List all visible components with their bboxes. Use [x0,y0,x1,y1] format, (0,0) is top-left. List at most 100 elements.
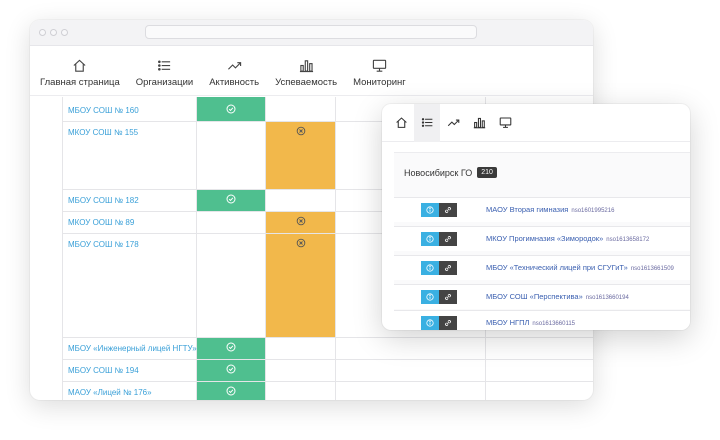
status-cell-green [197,382,265,400]
list-item: МБОУ «Технический лицей при СГУГиТ» nso16… [394,255,690,280]
school-link[interactable]: МБОУ «Инженерный лицей НГТУ» [68,344,197,353]
check-circle-icon [226,386,236,396]
school-link[interactable]: МКОУ ООШ № 89 [68,218,134,227]
nav-item-organizations[interactable]: Организации [136,58,193,95]
organization-link[interactable]: МБОУ СОШ «Перспектива» nso1613660194 [486,292,629,301]
status-cell-green [197,338,265,359]
status-cell-green [197,360,265,381]
link-icon [445,207,451,213]
window-dot [61,29,68,36]
organization-name: МКОУ Прогимназия «Зимородок» [486,234,604,243]
school-link[interactable]: МБОУ СОШ № 178 [68,240,139,249]
check-circle-icon [226,104,236,114]
school-link[interactable]: МБОУ СОШ № 194 [68,366,139,375]
x-circle-icon [296,126,305,136]
home-icon [395,117,407,128]
nav-label: Мониторинг [353,77,406,88]
school-link[interactable]: МАОУ «Лицей № 176» [68,388,152,397]
organization-name: МБОУ «Технический лицей при СГУГиТ» [486,263,628,272]
trend-icon [227,62,241,70]
nav-item-performance[interactable]: Успеваемость [275,58,337,95]
nav-label: Главная страница [40,77,120,88]
window-dot [39,29,46,36]
nav-label: Активность [209,77,260,88]
status-cell-green [197,190,265,211]
organization-code: nso1613661509 [630,266,674,272]
link-icon [445,236,451,242]
check-circle-icon [226,194,236,204]
monitor-icon [372,59,387,72]
link-button[interactable] [439,232,457,246]
monitor-icon [499,117,511,128]
tab-home[interactable] [388,104,414,142]
check-circle-icon [226,364,236,374]
address-bar[interactable] [145,25,477,39]
link-button[interactable] [439,261,457,275]
organization-name: МАОУ Вторая гимназия [486,205,569,214]
organization-code: nso1601995216 [571,208,615,214]
region-count-badge: 210 [477,167,497,178]
table-row: МАОУ «Лицей № 176» [62,382,593,400]
organization-name: МБОУ НГПЛ [486,318,530,327]
link-icon [445,265,451,271]
status-cell-orange [266,234,335,337]
status-cell-orange [266,212,335,233]
tab-organizations[interactable] [414,104,440,142]
window-titlebar [30,20,593,46]
info-button[interactable] [421,261,439,275]
organization-code: nso1613660115 [532,321,576,327]
school-link[interactable]: МБОУ СОШ № 160 [68,106,139,115]
list-icon [158,60,171,71]
window-dot [50,29,57,36]
list-item: МКОУ Прогимназия «Зимородок» nso161365817… [394,226,690,251]
info-button[interactable] [421,316,439,330]
nav-label: Успеваемость [275,77,338,88]
info-button[interactable] [421,203,439,217]
organization-code: nso1613658172 [606,237,650,243]
bar-chart-icon [299,60,313,73]
list-item: МБОУ СОШ «Перспектива» nso1613660194 [394,284,690,309]
tab-activity[interactable] [440,104,466,142]
school-link[interactable]: МБОУ СОШ № 182 [68,196,139,205]
school-link[interactable]: МКОУ СОШ № 155 [68,128,138,137]
trend-icon [447,119,459,127]
tab-monitoring[interactable] [492,104,518,142]
list-icon [421,118,432,127]
bar-chart-icon [473,117,485,129]
link-button[interactable] [439,290,457,304]
nav-item-activity[interactable]: Активность [209,58,259,95]
organization-code: nso1613660194 [585,295,629,301]
link-button[interactable] [439,203,457,217]
organization-link[interactable]: МКОУ Прогимназия «Зимородок» nso161365817… [486,234,649,243]
organizations-panel: Новосибирск ГО 210 МАОУ Вторая гимназия n… [394,152,690,330]
foreground-window: Новосибирск ГО 210 МАОУ Вторая гимназия n… [382,104,690,330]
main-navigation: Главная страница Организации Активность … [30,46,593,96]
info-button[interactable] [421,232,439,246]
status-cell-green [197,100,265,121]
table-row: МБОУ «Инженерный лицей НГТУ» [62,338,593,360]
list-item: МБОУ НГПЛ nso1613660115 [394,310,690,330]
organization-link[interactable]: МБОУ «Технический лицей при СГУГиТ» nso16… [486,263,674,272]
region-name: Новосибирск ГО [404,167,473,178]
info-icon [426,264,434,272]
home-icon [73,59,86,72]
x-circle-icon [296,216,305,226]
check-circle-icon [226,342,236,352]
nav-item-monitoring[interactable]: Мониторинг [353,58,406,95]
nav-item-home[interactable]: Главная страница [40,58,120,95]
info-icon [426,206,434,214]
link-button[interactable] [439,316,457,330]
info-button[interactable] [421,290,439,304]
organization-link[interactable]: МБОУ НГПЛ nso1613660115 [486,318,575,327]
list-item: МАОУ Вторая гимназия nso1601995216 [394,197,690,222]
table-row: МБОУ СОШ № 194 [62,360,593,382]
nav-label: Организации [135,77,194,88]
region-header: Новосибирск ГО 210 [404,167,497,178]
tab-performance[interactable] [466,104,492,142]
link-icon [445,294,451,300]
info-icon [426,235,434,243]
info-icon [426,319,434,327]
status-cell-orange [266,122,335,189]
x-circle-icon [296,238,305,248]
organization-link[interactable]: МАОУ Вторая гимназия nso1601995216 [486,205,614,214]
